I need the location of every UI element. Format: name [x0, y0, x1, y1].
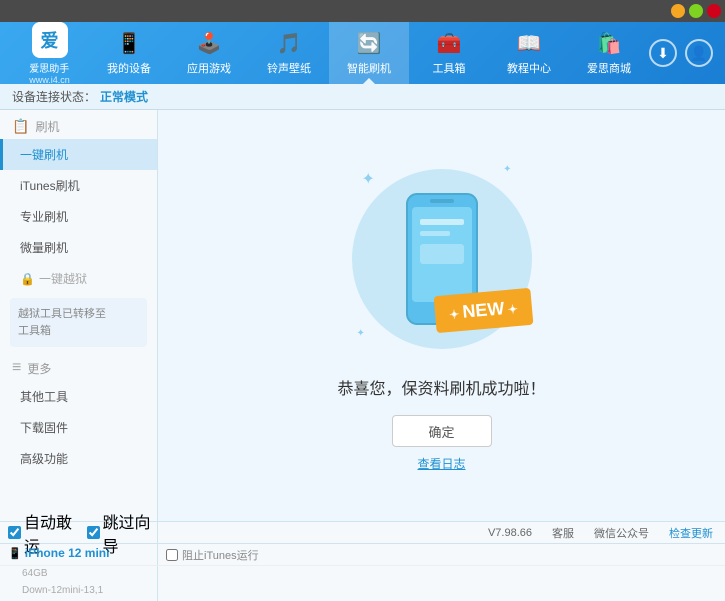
new-badge: NEW — [433, 288, 533, 333]
status-bar: 设备连接状态： 正常模式 — [0, 84, 725, 110]
sidebar-item-itunes-flash[interactable]: iTunes刷机 — [0, 170, 157, 201]
nav-apps-games-label: 应用游戏 — [187, 60, 231, 76]
extra-space — [158, 566, 725, 585]
logo-text: 爱思助手 www.i4.cn — [29, 60, 70, 85]
sparkle-icon: ✦ — [362, 169, 375, 189]
nav-ringtones[interactable]: 🎵 铃声壁纸 — [249, 22, 329, 84]
nav-smart-flash-label: 智能刷机 — [347, 60, 391, 76]
ringtones-icon: 🎵 — [277, 31, 302, 56]
my-device-icon: 📱 — [117, 31, 142, 56]
skip-wizard-checkbox[interactable] — [87, 526, 100, 539]
nav-ringtones-label: 铃声壁纸 — [267, 60, 311, 76]
device-model-bar: Down-12mini-13,1 — [0, 585, 725, 601]
download-button[interactable]: ⬇ — [649, 39, 677, 67]
nav-toolbox[interactable]: 🧰 工具箱 — [409, 22, 489, 84]
logo: 爱 爱思助手 www.i4.cn — [0, 22, 89, 85]
device-storage: 64GB — [22, 568, 48, 579]
sidebar-jailbreak-note: 越狱工具已转移至工具箱 — [10, 298, 147, 347]
check-update-link[interactable]: 检查更新 — [669, 525, 713, 541]
device-info: 📱 iPhone 12 mini — [0, 544, 158, 565]
itunes-checkbox[interactable] — [166, 549, 178, 561]
phone-illustration: ✦ ✦ ✦ NEW — [342, 159, 542, 359]
maximize-button[interactable] — [689, 4, 703, 18]
itunes-bar: 阻止iTunes运行 — [158, 544, 725, 565]
title-bar — [0, 0, 725, 22]
nav-right: ⬇ 👤 — [649, 39, 725, 67]
device-name: iPhone 12 mini — [25, 546, 110, 560]
tutorial-icon: 📖 — [517, 31, 542, 56]
sidebar-item-pro-flash[interactable]: 专业刷机 — [0, 201, 157, 232]
status-value: 正常模式 — [100, 88, 148, 105]
device-model-row: Down-12mini-13,1 — [0, 585, 158, 601]
phone-icon: 📱 — [8, 548, 25, 560]
device-model: Down-12mini-13,1 — [22, 585, 103, 596]
sidebar-section-flash: 📋 刷机 — [0, 110, 157, 139]
bottom-sidebar: 自动敢运 跳过向导 — [0, 522, 158, 543]
nav-smart-flash[interactable]: 🔄 智能刷机 — [329, 22, 409, 84]
itunes-label: 阻止iTunes运行 — [182, 547, 259, 563]
log-link[interactable]: 查看日志 — [417, 455, 465, 472]
bottom-bar: 自动敢运 跳过向导 V7.98.66 客服 微信公众号 检查更新 — [0, 521, 725, 543]
auto-flash-checkbox[interactable] — [8, 526, 21, 539]
device-bar: 📱 iPhone 12 mini 阻止iTunes运行 — [0, 543, 725, 565]
nav-apps-games[interactable]: 🕹️ 应用游戏 — [169, 22, 249, 84]
logo-icon: 爱 — [32, 22, 68, 58]
close-button[interactable] — [707, 4, 721, 18]
sparkle-icon-2: ✦ — [503, 164, 511, 175]
sidebar: 📋 刷机 一键刷机 iTunes刷机 专业刷机 微量刷机 🔒 一键越狱 越狱工具… — [0, 110, 158, 521]
customer-service-link[interactable]: 客服 — [552, 525, 574, 541]
sparkle-icon-3: ✦ — [357, 328, 365, 339]
sidebar-item-download-firmware[interactable]: 下载固件 — [0, 412, 157, 443]
bottom-main: V7.98.66 客服 微信公众号 检查更新 — [158, 522, 725, 543]
sidebar-section-more: ≡ 更多 — [0, 351, 157, 381]
lock-icon: 🔒 — [20, 272, 35, 286]
sidebar-item-other-tools[interactable]: 其他工具 — [0, 381, 157, 412]
main-area: 📋 刷机 一键刷机 iTunes刷机 专业刷机 微量刷机 🔒 一键越狱 越狱工具… — [0, 110, 725, 521]
nav-store[interactable]: 🛍️ 爱思商城 — [569, 22, 649, 84]
status-label: 设备连接状态： — [12, 88, 96, 105]
nav-bar: 📱 我的设备 🕹️ 应用游戏 🎵 铃声壁纸 🔄 智能刷机 🧰 工具箱 📖 教程中… — [89, 22, 649, 84]
sidebar-item-advanced[interactable]: 高级功能 — [0, 443, 157, 474]
nav-store-label: 爱思商城 — [587, 60, 631, 76]
sidebar-section-jailbreak: 🔒 一键越狱 — [0, 263, 157, 294]
more-section-icon: ≡ — [12, 359, 21, 377]
minimize-button[interactable] — [671, 4, 685, 18]
confirm-button[interactable]: 确定 — [392, 415, 492, 447]
wechat-link[interactable]: 微信公众号 — [594, 525, 649, 541]
sidebar-item-micro-flash[interactable]: 微量刷机 — [0, 232, 157, 263]
device-storage-row: 64GB — [0, 566, 158, 585]
device-detail-bar: 64GB — [0, 565, 725, 585]
header: 爱 爱思助手 www.i4.cn 📱 我的设备 🕹️ 应用游戏 🎵 铃声壁纸 🔄… — [0, 22, 725, 84]
user-button[interactable]: 👤 — [685, 39, 713, 67]
version-text: V7.98.66 — [488, 527, 532, 539]
toolbox-icon: 🧰 — [437, 31, 462, 56]
nav-my-device[interactable]: 📱 我的设备 — [89, 22, 169, 84]
smart-flash-icon: 🔄 — [357, 31, 382, 56]
nav-tutorial[interactable]: 📖 教程中心 — [489, 22, 569, 84]
apps-games-icon: 🕹️ — [197, 31, 222, 56]
store-icon: 🛍️ — [597, 31, 622, 56]
content-area: ✦ ✦ ✦ NEW 恭喜您，保资料刷机成功啦！ 确定 — [158, 110, 725, 521]
nav-my-device-label: 我的设备 — [107, 60, 151, 76]
nav-toolbox-label: 工具箱 — [433, 60, 466, 76]
nav-tutorial-label: 教程中心 — [507, 60, 551, 76]
sidebar-item-one-key-flash[interactable]: 一键刷机 — [0, 139, 157, 170]
flash-section-icon: 📋 — [12, 118, 29, 135]
success-text: 恭喜您，保资料刷机成功啦！ — [337, 375, 545, 399]
